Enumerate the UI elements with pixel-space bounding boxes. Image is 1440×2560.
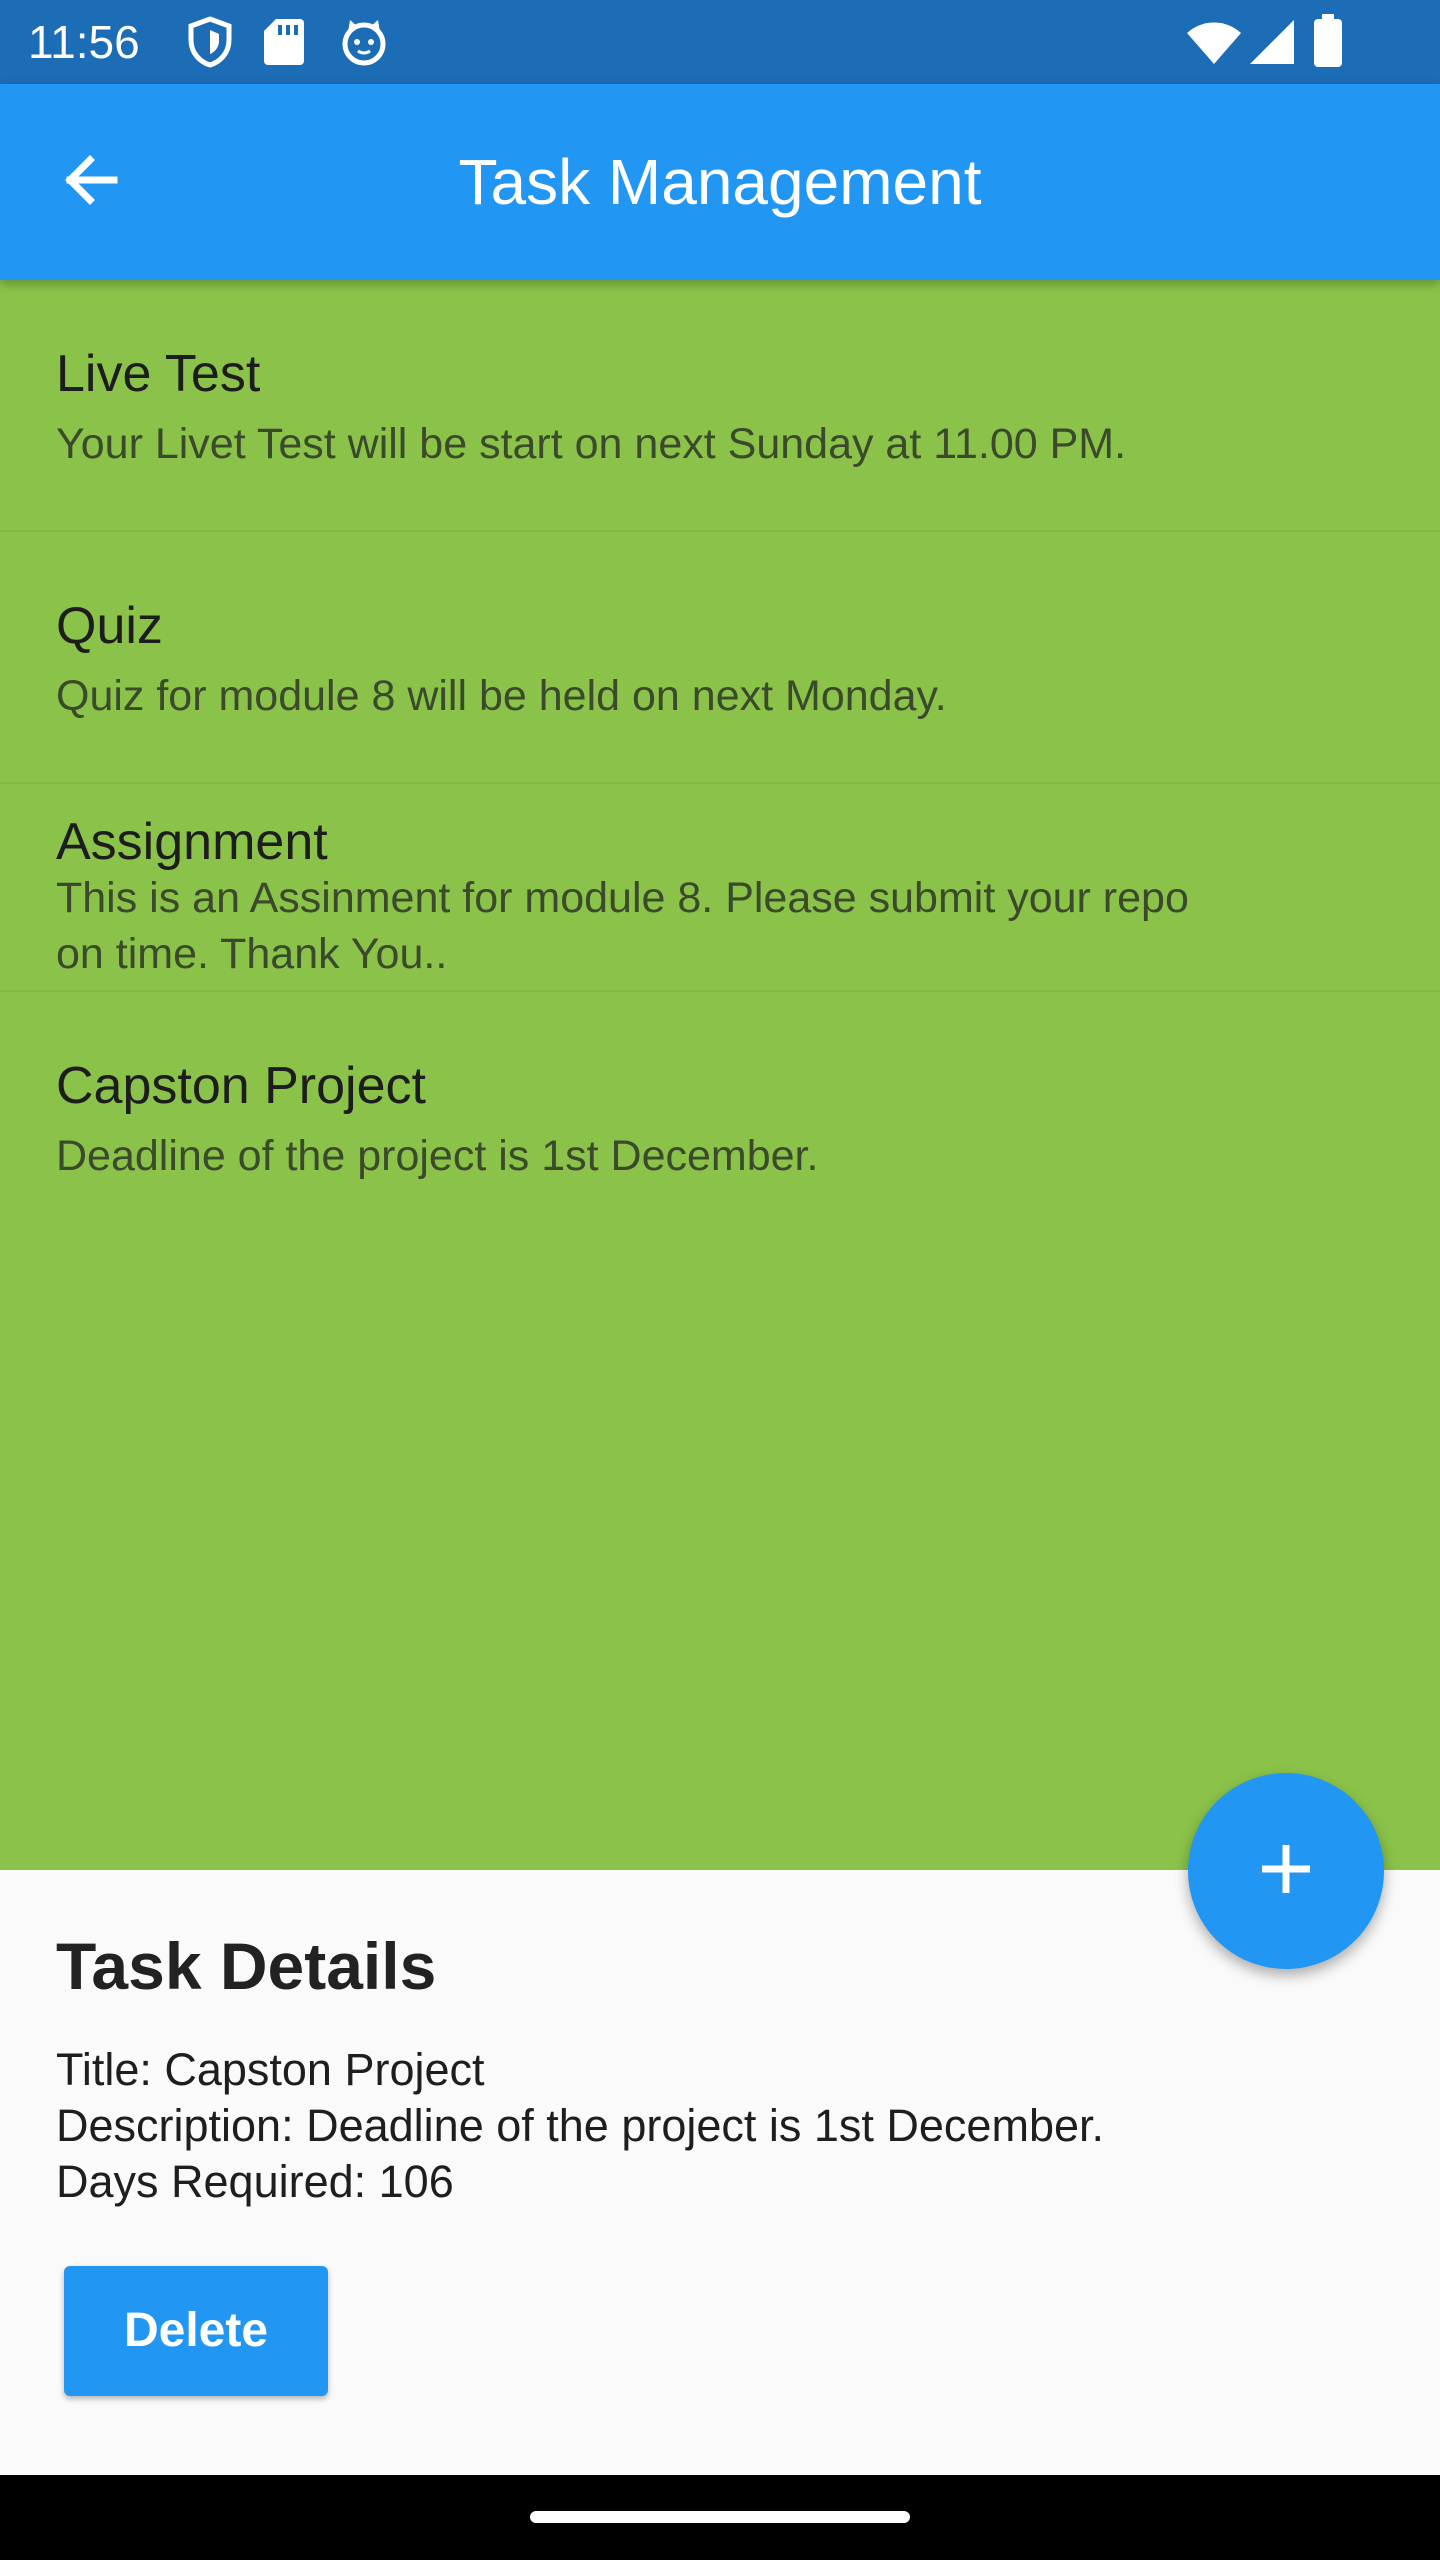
task-list: Live Test Your Livet Test will be start … xyxy=(0,280,1440,1870)
plus-icon xyxy=(1256,1839,1316,1904)
task-description: This is an Assinment for module 8. Pleas… xyxy=(56,874,1189,978)
details-heading: Task Details xyxy=(56,1929,437,2003)
wifi-icon xyxy=(1186,20,1242,71)
task-description: Deadline of the project is 1st December. xyxy=(56,1132,819,1180)
sd-card-icon xyxy=(262,16,306,73)
battery-icon xyxy=(1312,14,1344,73)
list-item[interactable]: Live Test Your Livet Test will be start … xyxy=(0,280,1440,532)
task-title: Assignment xyxy=(56,813,328,871)
page-title: Task Management xyxy=(458,146,982,218)
task-title: Quiz xyxy=(56,597,163,655)
app-bar: Task Management xyxy=(0,84,1440,280)
task-description: Quiz for module 8 will be held on next M… xyxy=(56,672,947,720)
home-handle[interactable] xyxy=(530,2511,910,2523)
details-description: Description: Deadline of the project is … xyxy=(56,2100,1105,2151)
status-bar: 11:56 xyxy=(0,0,1440,84)
task-title: Live Test xyxy=(56,345,261,403)
task-title: Capston Project xyxy=(56,1057,426,1115)
status-time: 11:56 xyxy=(28,16,140,68)
details-title: Title: Capston Project xyxy=(56,2044,485,2095)
task-description: Your Livet Test will be start on next Su… xyxy=(56,420,1127,468)
system-nav-bar xyxy=(0,2475,1440,2560)
list-item[interactable]: Quiz Quiz for module 8 will be held on n… xyxy=(0,532,1440,784)
cat-face-icon xyxy=(338,16,390,73)
list-item[interactable]: Capston Project Deadline of the project … xyxy=(0,992,1440,1242)
shield-icon xyxy=(186,16,234,73)
signal-icon xyxy=(1248,18,1296,71)
task-details-panel: Task Details Title: Capston Project Desc… xyxy=(0,1870,1440,2475)
delete-button[interactable]: Delete xyxy=(64,2266,328,2396)
add-task-button[interactable] xyxy=(1188,1773,1384,1969)
list-item[interactable]: Assignment This is an Assinment for modu… xyxy=(0,784,1440,992)
details-days-required: Days Required: 106 xyxy=(56,2156,454,2207)
